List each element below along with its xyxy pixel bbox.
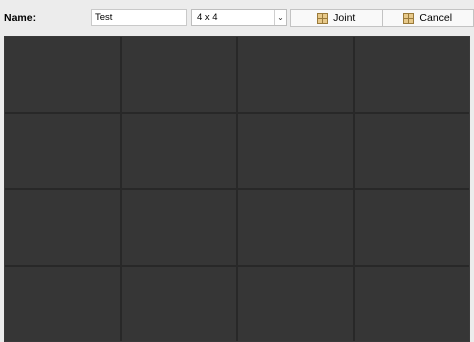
name-input[interactable]: Test [91, 9, 187, 26]
grid-cell[interactable] [121, 37, 236, 112]
grid-cell[interactable] [238, 113, 353, 188]
grid-cell[interactable] [5, 190, 120, 265]
grid-cell[interactable] [354, 266, 469, 341]
grid-cell[interactable] [121, 113, 236, 188]
grid-cell[interactable] [238, 37, 353, 112]
chevron-down-icon[interactable]: ⌄ [274, 10, 286, 25]
cancel-button-label: Cancel [419, 12, 453, 24]
toolbar: Name: Test 4 x 4 ⌄ Joint Cancel [0, 0, 474, 34]
window: Name: Test 4 x 4 ⌄ Joint Cancel [0, 0, 474, 342]
grid-cell[interactable] [238, 190, 353, 265]
grid-icon [317, 12, 329, 24]
grid-cell[interactable] [5, 113, 120, 188]
grid-cell[interactable] [354, 37, 469, 112]
grid-cell[interactable] [354, 190, 469, 265]
grid-cell[interactable] [238, 266, 353, 341]
joint-button[interactable]: Joint [290, 9, 383, 27]
layout-select[interactable]: 4 x 4 ⌄ [191, 9, 287, 26]
grid-cell[interactable] [354, 113, 469, 188]
cancel-button[interactable]: Cancel [382, 9, 474, 27]
joint-button-label: Joint [333, 12, 356, 24]
grid-icon [403, 12, 415, 24]
grid-cell[interactable] [5, 37, 120, 112]
grid-cell[interactable] [121, 266, 236, 341]
name-label: Name: [4, 12, 37, 24]
action-buttons: Joint Cancel [290, 9, 474, 27]
grid-canvas [4, 36, 470, 342]
layout-select-value: 4 x 4 [197, 12, 218, 23]
grid-cell[interactable] [121, 190, 236, 265]
grid-cell[interactable] [5, 266, 120, 341]
